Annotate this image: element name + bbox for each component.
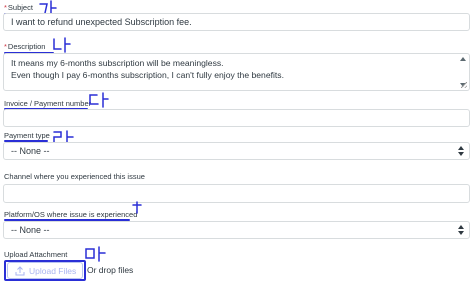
- invoice-input[interactable]: [3, 109, 470, 127]
- subject-input[interactable]: I want to refund unexpected Subscription…: [3, 13, 470, 31]
- description-line-1: It means my 6-months subscription will b…: [11, 58, 224, 68]
- attachment-label: Upload Attachment: [4, 250, 68, 259]
- invoice-label: Invoice / Payment number: [4, 99, 92, 108]
- platform-label: Platform/OS where issue is experienced: [4, 210, 138, 219]
- payment-type-select[interactable]: -- None --: [3, 142, 470, 160]
- annotation-mark-ma: [85, 246, 106, 262]
- chevron-up-down-icon: [458, 146, 464, 156]
- resize-grip-icon[interactable]: [461, 82, 467, 88]
- channel-label: Channel where you experienced this issue: [4, 172, 145, 181]
- annotation-mark-t: [132, 201, 142, 214]
- annotation-mark-na: [53, 37, 71, 53]
- payment-type-label: Payment type: [4, 131, 50, 140]
- platform-select[interactable]: -- None --: [3, 221, 470, 239]
- upload-highlight-box: [4, 260, 86, 281]
- scroll-up-icon[interactable]: [460, 57, 466, 61]
- description-textarea[interactable]: It means my 6-months subscription will b…: [3, 53, 470, 91]
- description-line-2: Even though I pay 6-months subscription,…: [11, 70, 284, 80]
- annotation-mark-da: [89, 92, 109, 108]
- drop-files-text: Or drop files: [87, 265, 134, 275]
- subject-label: *Subject: [4, 3, 33, 12]
- description-label: *Description: [4, 42, 46, 51]
- chevron-up-down-icon: [458, 225, 464, 235]
- channel-select[interactable]: [3, 184, 470, 203]
